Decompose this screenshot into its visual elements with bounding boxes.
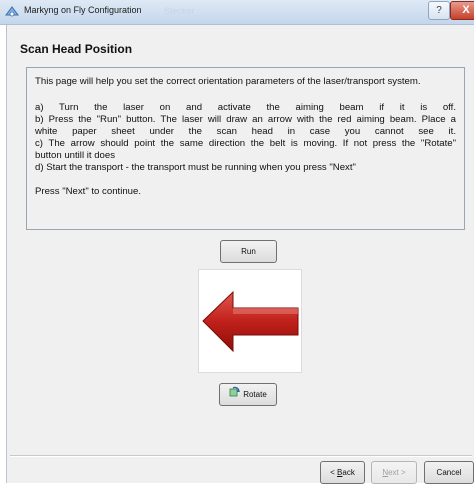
run-button[interactable]: Run [220,240,277,263]
step-d-text: d) Start the transport - the transport m… [35,162,356,173]
next-button[interactable]: Next > [371,461,417,484]
intro-text: This page will help you set the correct … [35,76,421,87]
back-label-rest: ack [342,468,355,477]
left-arrow-icon [202,290,299,353]
back-prefix: < [330,468,338,477]
step-b-line-1: b) Press the "Run" button. The laser wil… [35,114,456,125]
rotate-icon [229,384,241,405]
next-label-rest: ext > [388,468,406,477]
arrow-preview [198,269,302,373]
instructions-panel: This page will help you set the correct … [26,67,465,230]
close-button[interactable]: X [450,1,474,20]
wizard-client-area: Scan Head Position This page will help y… [6,25,474,484]
step-a-text: a) Turn the laser on and activate the ai… [35,102,456,113]
step-c-line-1: c) The arrow should point the same direc… [35,138,456,149]
continue-text: Press "Next" to continue. [35,186,141,197]
back-button[interactable]: < Back [320,461,365,484]
background-window-title: Stecker [164,6,195,16]
help-button[interactable]: ? [428,1,450,20]
instruction-steps: a) Turn the laser on and activate the ai… [35,102,456,174]
step-b-line-2: white paper sheet under the scan head in… [35,126,456,137]
window-title: Markyng on Fly Configuration [24,5,142,15]
title-bar: Markyng on Fly Configuration Stecker ? X [0,0,474,25]
page-title: Scan Head Position [20,42,133,56]
step-c-line-2: button untill it does [35,150,116,161]
rotate-label: Rotate [243,390,267,399]
cancel-button[interactable]: Cancel [424,461,474,484]
rotate-button[interactable]: Rotate [219,383,277,406]
app-logo-icon [5,5,19,19]
footer-separator [10,455,472,457]
